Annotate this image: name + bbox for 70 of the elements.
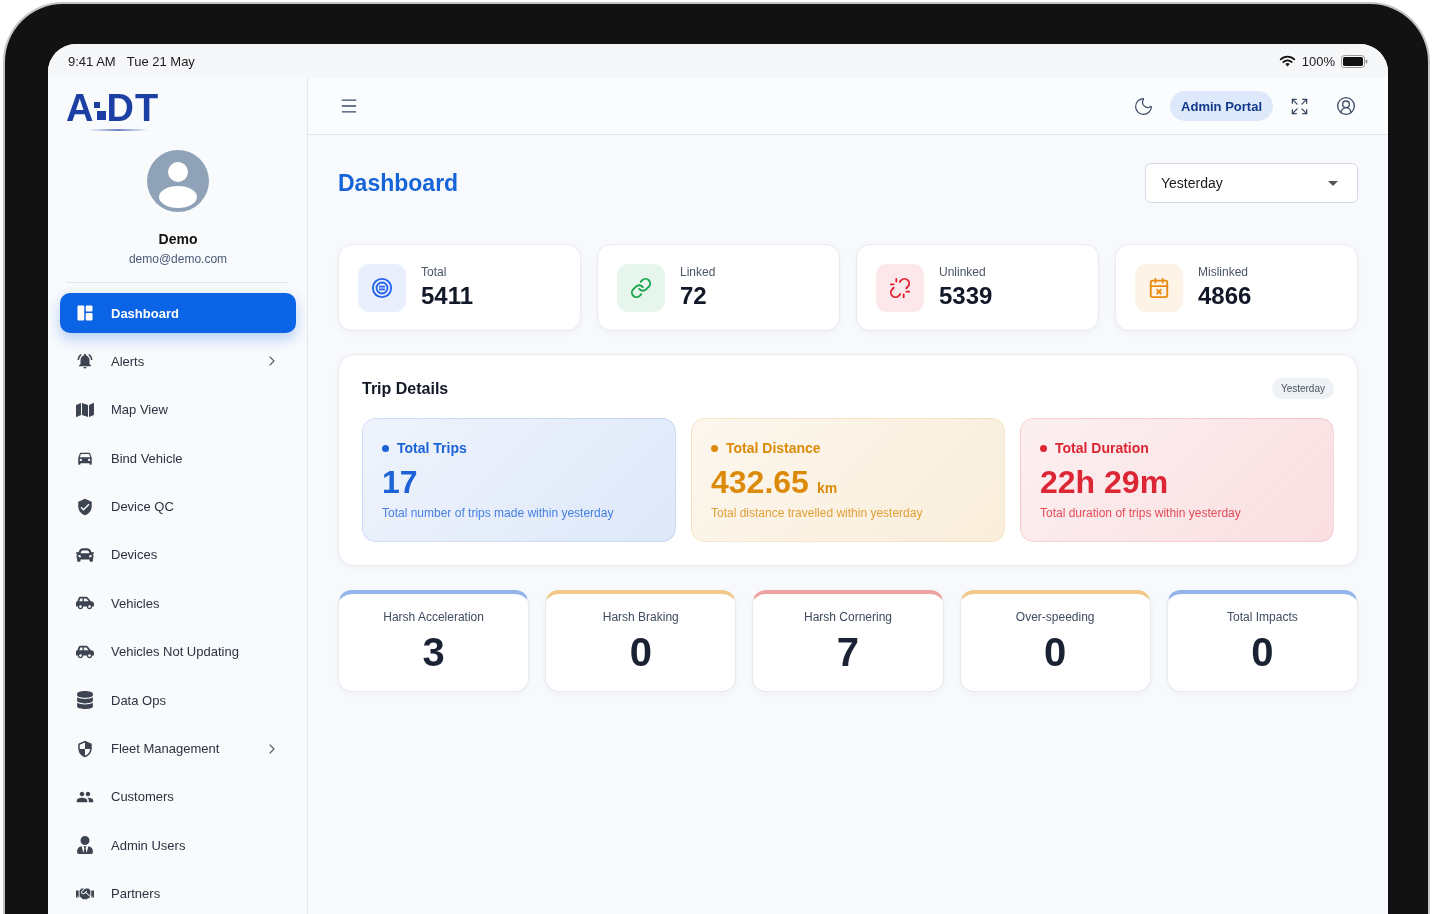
event-label: Harsh Braking [602,609,679,625]
event-count: 0 [1044,629,1067,676]
event-label: Total Impacts [1227,609,1298,625]
status-time: 9:41 AM [68,53,116,69]
event-count: 3 [422,629,445,676]
dashboard-icon [76,304,94,322]
stat-value: 4866 [1198,282,1252,310]
metric-description: Total distance travelled within yesterday [711,506,924,520]
period-badge: Yesterday [1271,378,1334,399]
event-count: 7 [836,629,860,676]
stat-value: 72 [680,282,708,310]
nav-item[interactable]: Bind Vehicle [60,438,296,479]
metric-value: 17 [382,463,418,501]
metric-description: Total duration of trips within yesterday [1040,506,1242,520]
moon-icon[interactable] [1133,95,1155,117]
logo-text: DT [106,92,160,124]
event-label: Harsh Acceleration [383,609,484,625]
stat-value: 5339 [939,282,993,310]
logo-squares-icon [94,102,107,120]
metric-description: Total number of trips made within yesterday [382,506,615,520]
nav-item[interactable]: Data Ops [60,680,296,721]
stat-value: 5411 [421,282,474,310]
shield-check-icon [76,497,94,516]
user-name: Demo [158,230,198,248]
stat-label: Mislinked [1198,265,1249,280]
section-title: Trip Details [362,379,449,398]
nav-item[interactable]: Dashboard [60,293,296,333]
user-email: demo@demo.com [128,251,228,267]
car-icon [76,545,94,564]
page-title: Dashboard [338,169,459,197]
metric-value: 22h 29m [1040,463,1169,501]
nav-item[interactable]: Map View [60,389,296,430]
nav-item[interactable]: Customers [60,776,296,817]
nav-item[interactable]: Fleet Management [60,728,296,769]
battery-percent: 100% [1301,53,1335,69]
nav-item[interactable]: Partners [60,873,296,914]
event-count: 0 [1251,629,1274,676]
metric-title: Total Distance [726,440,821,456]
status-date: Tue 21 May [126,53,195,69]
battery-icon [1341,54,1368,68]
database-icon [76,691,94,710]
nav-item[interactable]: Vehicles [60,583,296,624]
caret-down-icon [1328,180,1338,186]
nav-item[interactable]: Admin Users [60,825,296,866]
event-label: Harsh Cornering [803,609,892,625]
map-icon [76,400,94,419]
logo-text: A [66,92,95,124]
metric-value: 432.65 [711,463,809,501]
bell-icon [76,352,94,371]
metric-unit: km [816,480,838,496]
nav-item[interactable]: Vehicles Not Updating [60,631,296,672]
nav-item[interactable]: Device QC [60,486,296,527]
period-select[interactable]: Yesterday [1145,163,1358,203]
metric-title: Total Duration [1055,440,1149,456]
logo-underline [88,129,148,131]
stat-label: Linked [680,265,716,280]
fullscreen-icon[interactable] [1290,96,1309,116]
account-icon[interactable] [1336,96,1356,116]
wifi-icon [1278,55,1296,67]
event-label: Over-speeding [1015,609,1095,625]
shield-icon [76,739,94,758]
user-tie-icon [76,836,94,855]
nav-item[interactable]: Alerts [60,341,296,382]
metric-title: Total Trips [397,440,467,456]
stat-label: Unlinked [939,265,987,280]
event-count: 0 [629,629,652,676]
admin-portal-button[interactable]: Admin Portal [1170,91,1273,121]
stat-label: Total [421,265,448,280]
nav-item[interactable]: Devices [60,534,296,575]
avatar-icon [147,150,209,212]
